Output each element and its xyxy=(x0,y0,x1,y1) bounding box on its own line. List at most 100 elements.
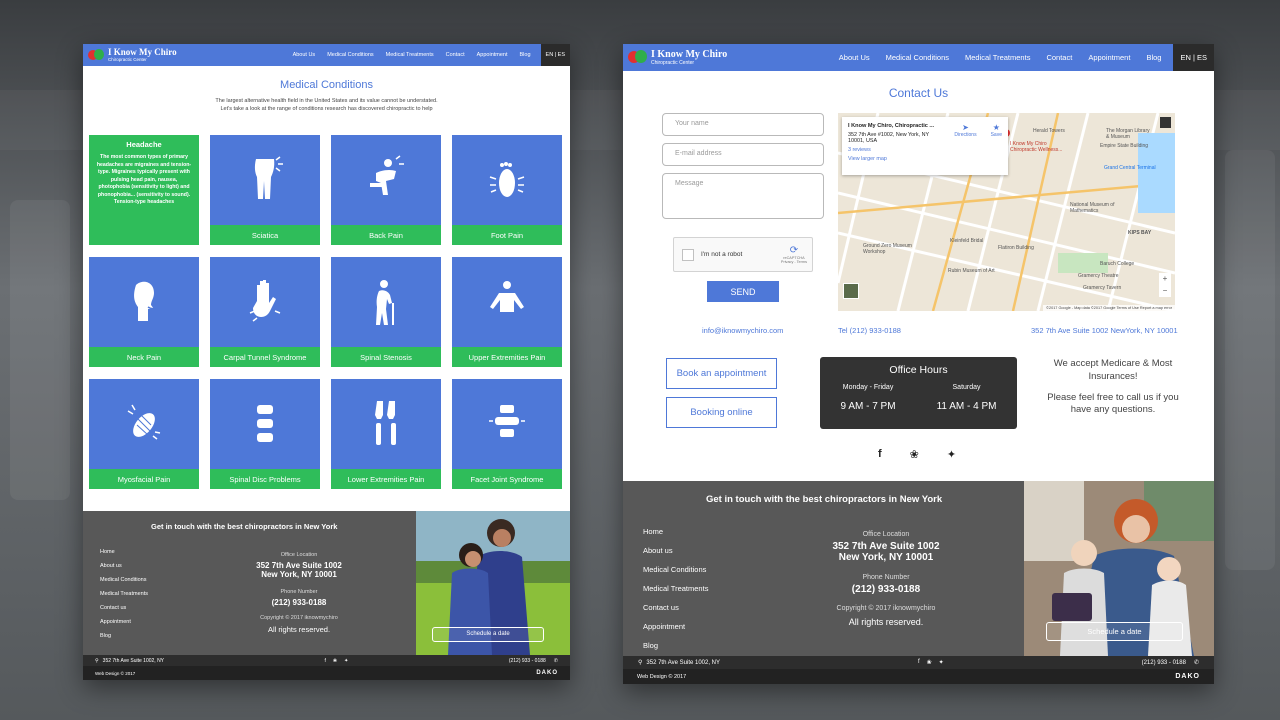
footer-link-conditions[interactable]: Medical Conditions xyxy=(643,565,708,574)
nav-appointment[interactable]: Appointment xyxy=(1080,53,1138,62)
condition-card-spinal-stenosis[interactable]: Spinal Stenosis xyxy=(331,257,441,367)
zoom-in-icon[interactable]: + xyxy=(1159,273,1171,285)
condition-card-sciatica[interactable]: Sciatica xyxy=(210,135,320,245)
footer-link-appointment[interactable]: Appointment xyxy=(100,619,148,625)
map-reviews-link[interactable]: 3 reviews xyxy=(848,147,1002,153)
footer-link-home[interactable]: Home xyxy=(100,549,148,555)
twitter-icon[interactable]: ✦ xyxy=(939,659,944,666)
footer-link-blog[interactable]: Blog xyxy=(100,633,148,639)
contact-phone[interactable]: Tel (212) 933-0188 xyxy=(838,326,901,335)
condition-card-neck-pain[interactable]: Neck Pain xyxy=(89,257,199,367)
location-pin-icon: ⚲ xyxy=(638,660,643,666)
contact-address[interactable]: 352 7th Ave Suite 1002 NewYork, NY 10001 xyxy=(1031,326,1178,335)
captcha-checkbox[interactable] xyxy=(682,248,694,261)
star-icon: ★ xyxy=(992,123,1000,132)
nav-about-us[interactable]: About Us xyxy=(831,53,878,62)
nav-medical-conditions[interactable]: Medical Conditions xyxy=(878,53,957,62)
facebook-icon[interactable]: f xyxy=(325,658,326,664)
nav-appointment[interactable]: Appointment xyxy=(471,52,514,58)
facebook-icon[interactable]: f xyxy=(878,448,882,461)
web-design-credit: Web Design © 2017 xyxy=(95,670,136,676)
footer-link-treatments[interactable]: Medical Treatments xyxy=(643,584,708,593)
nav-blog[interactable]: Blog xyxy=(514,52,537,58)
nav-blog[interactable]: Blog xyxy=(1138,53,1169,62)
google-map[interactable]: I Know My Chiro, Chiropractic ... 352 7t… xyxy=(838,113,1175,311)
schedule-date-button[interactable]: Schedule a date xyxy=(1046,622,1183,641)
twitter-icon[interactable]: ✦ xyxy=(344,658,348,664)
office-address-line1: 352 7th Ave Suite 1002 xyxy=(832,541,940,552)
facebook-icon[interactable]: f xyxy=(918,659,920,666)
nav-contact[interactable]: Contact xyxy=(440,52,471,58)
name-input[interactable]: Your name xyxy=(662,113,824,136)
page-title: Contact Us xyxy=(888,86,949,100)
dako-logo[interactable]: DAKO xyxy=(536,670,558,676)
view-larger-map-link[interactable]: View larger map xyxy=(848,156,1002,162)
condition-card-foot-pain[interactable]: Foot Pain xyxy=(452,135,562,245)
condition-card-lower-extremities[interactable]: Lower Extremities Pain xyxy=(331,379,441,489)
saturday-label: Saturday xyxy=(952,384,981,391)
language-switcher[interactable]: EN | ES xyxy=(540,44,570,66)
nav-medical-treatments[interactable]: Medical Treatments xyxy=(957,53,1038,62)
contact-email[interactable]: info@iknowmychiro.com xyxy=(702,326,783,335)
map-save-button[interactable]: ★ Save xyxy=(991,123,1002,138)
nav-about-us[interactable]: About Us xyxy=(287,52,322,58)
condition-card-upper-extremities[interactable]: Upper Extremities Pain xyxy=(452,257,562,367)
recaptcha-brand: reCAPTCHA xyxy=(783,255,805,260)
send-button[interactable]: SEND xyxy=(707,281,779,302)
map-directions-button[interactable]: ➤ Directions xyxy=(954,123,976,138)
email-input[interactable]: E-mail address xyxy=(662,143,824,166)
footer-tagline: Get in touch with the best chiropractors… xyxy=(706,494,943,505)
copyright: Copyright © 2017 iknowmychiro xyxy=(260,615,338,621)
dako-logo[interactable]: DAKO xyxy=(1175,673,1200,680)
fullscreen-icon[interactable] xyxy=(1160,117,1171,128)
save-label: Save xyxy=(990,132,1002,138)
footer-link-contact[interactable]: Contact us xyxy=(100,605,148,611)
footer-link-contact[interactable]: Contact us xyxy=(643,603,708,612)
book-appointment-button[interactable]: Book an appointment xyxy=(666,358,777,389)
footer-link-blog[interactable]: Blog xyxy=(643,641,708,650)
condition-card-carpal-tunnel[interactable]: Carpal Tunnel Syndrome xyxy=(210,257,320,367)
condition-card-facet-joint[interactable]: Facet Joint Syndrome xyxy=(452,379,562,489)
condition-card-back-pain[interactable]: Back Pain xyxy=(331,135,441,245)
zoom-out-icon[interactable]: − xyxy=(1159,285,1171,297)
yelp-icon[interactable]: ❀ xyxy=(927,659,932,666)
map-label: Gramercy Tavern xyxy=(1083,285,1122,291)
brand-name: I Know My Chiro xyxy=(108,46,177,57)
background-shape xyxy=(10,200,70,500)
yelp-icon[interactable]: ❀ xyxy=(910,448,919,461)
brand-logo[interactable]: I Know My Chiro Chiropractic Center xyxy=(83,47,177,63)
recaptcha-widget[interactable]: I'm not a robot ⟳ reCAPTCHA Privacy - Te… xyxy=(673,237,813,272)
footer-link-conditions[interactable]: Medical Conditions xyxy=(100,577,148,583)
yelp-icon[interactable]: ❀ xyxy=(333,658,337,664)
nav-medical-conditions[interactable]: Medical Conditions xyxy=(321,52,379,58)
card-label: Foot Pain xyxy=(452,225,562,245)
nav-contact[interactable]: Contact xyxy=(1038,53,1080,62)
condition-card-headache[interactable]: Headache The most common types of primar… xyxy=(89,135,199,245)
map-label: Rubin Museum of Art xyxy=(948,268,995,274)
language-switcher[interactable]: EN | ES xyxy=(1173,44,1214,71)
footer-link-about[interactable]: About us xyxy=(100,563,148,569)
booking-online-button[interactable]: Booking online xyxy=(666,397,777,428)
map-attribution: ©2017 Google - Map data ©2017 Google Ter… xyxy=(1043,305,1175,311)
saturday-hours: 11 AM - 4 PM xyxy=(936,401,997,412)
footer-link-appointment[interactable]: Appointment xyxy=(643,622,708,631)
footer-link-treatments[interactable]: Medical Treatments xyxy=(100,591,148,597)
card-label: Lower Extremities Pain xyxy=(331,469,441,489)
condition-card-spinal-disc[interactable]: Spinal Disc Problems xyxy=(210,379,320,489)
message-textarea[interactable]: Message xyxy=(662,173,824,219)
brand-logo[interactable]: I Know My Chiro Chiropractic Center xyxy=(623,48,727,67)
nav-medical-treatments[interactable]: Medical Treatments xyxy=(380,52,440,58)
phone-icon: ✆ xyxy=(1193,660,1199,666)
office-address-line1: 352 7th Ave Suite 1002 xyxy=(256,561,342,570)
social-links: f ❀ ✦ xyxy=(878,448,956,461)
condition-card-myofascial[interactable]: Myosfacial Pain xyxy=(89,379,199,489)
satellite-toggle[interactable] xyxy=(843,283,859,299)
footer-link-about[interactable]: About us xyxy=(643,546,708,555)
twitter-icon[interactable]: ✦ xyxy=(947,448,956,461)
footer-link-home[interactable]: Home xyxy=(643,527,708,536)
office-hours-panel: Office Hours Monday - Friday 9 AM - 7 PM … xyxy=(820,357,1017,429)
zoom-control[interactable]: + − xyxy=(1159,273,1171,297)
office-label: Office Location xyxy=(280,552,318,558)
phone-icon: ✆ xyxy=(553,657,558,664)
schedule-date-button[interactable]: Schedule a date xyxy=(432,627,544,642)
